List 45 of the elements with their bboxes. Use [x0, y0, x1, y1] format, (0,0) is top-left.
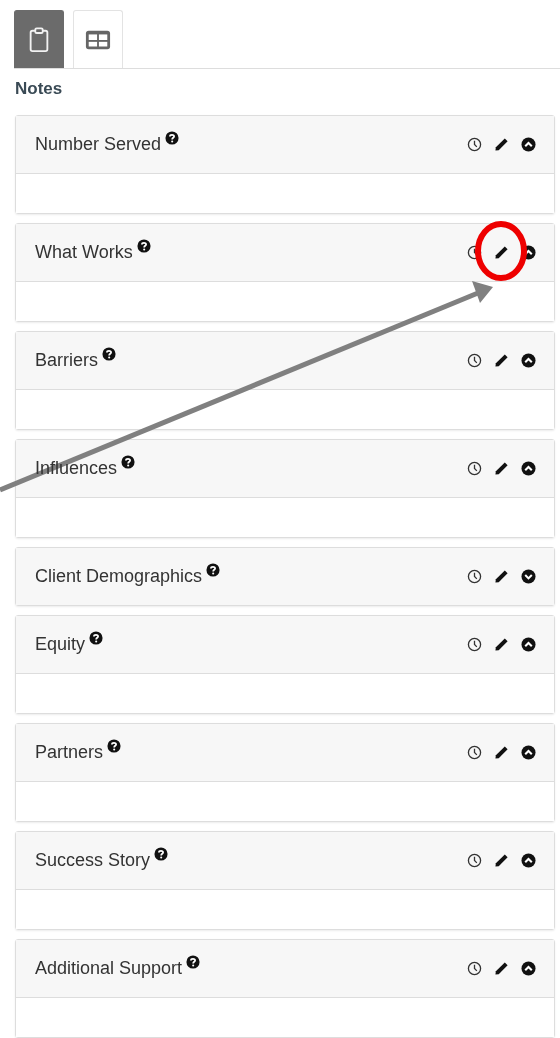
pencil-icon[interactable]: [494, 961, 509, 976]
chevron-up-icon[interactable]: [521, 637, 536, 652]
highlight-circle: [475, 221, 527, 281]
history-icon[interactable]: [467, 853, 482, 868]
chevron-up-icon[interactable]: [521, 961, 536, 976]
chevron-up-icon[interactable]: [521, 137, 536, 152]
history-icon[interactable]: [467, 637, 482, 652]
panel-title: Number Served: [35, 134, 162, 155]
help-icon[interactable]: [206, 562, 221, 577]
chevron-down-icon[interactable]: [521, 569, 536, 584]
history-icon[interactable]: [467, 569, 482, 584]
chevron-up-icon[interactable]: [521, 745, 536, 760]
pencil-icon[interactable]: [494, 569, 509, 584]
help-icon[interactable]: [89, 630, 104, 645]
history-icon[interactable]: [467, 137, 482, 152]
section-title: Notes: [15, 79, 64, 100]
help-icon[interactable]: [102, 346, 116, 361]
help-icon[interactable]: [165, 130, 180, 145]
panel-title: What Works: [35, 242, 133, 263]
chevron-up-icon[interactable]: [521, 353, 536, 368]
pencil-icon[interactable]: [494, 245, 509, 260]
pencil-icon[interactable]: [494, 137, 509, 152]
history-icon[interactable]: [467, 745, 482, 760]
pencil-icon[interactable]: [494, 853, 509, 868]
panel-title: Barriers: [35, 350, 98, 371]
history-icon[interactable]: [467, 353, 482, 368]
history-icon[interactable]: [467, 961, 482, 976]
panel-title: Success Story: [35, 850, 151, 871]
tab[interactable]: [14, 10, 64, 68]
pencil-icon[interactable]: [494, 461, 509, 476]
help-icon[interactable]: [107, 738, 122, 753]
panel-title: Equity: [35, 634, 86, 655]
chevron-up-icon[interactable]: [521, 853, 536, 868]
help-icon[interactable]: [154, 846, 169, 861]
panel-title: Partners: [35, 742, 104, 763]
help-icon[interactable]: [136, 238, 151, 253]
panel-title: Additional Support: [35, 958, 183, 979]
pencil-icon[interactable]: [494, 353, 509, 368]
pencil-icon[interactable]: [494, 637, 509, 652]
pencil-icon[interactable]: [494, 745, 509, 760]
panel-title: Client Demographics: [35, 566, 203, 587]
history-icon[interactable]: [467, 461, 482, 476]
help-icon[interactable]: [121, 454, 136, 469]
chevron-up-icon[interactable]: [521, 461, 536, 476]
help-icon[interactable]: [186, 954, 201, 969]
